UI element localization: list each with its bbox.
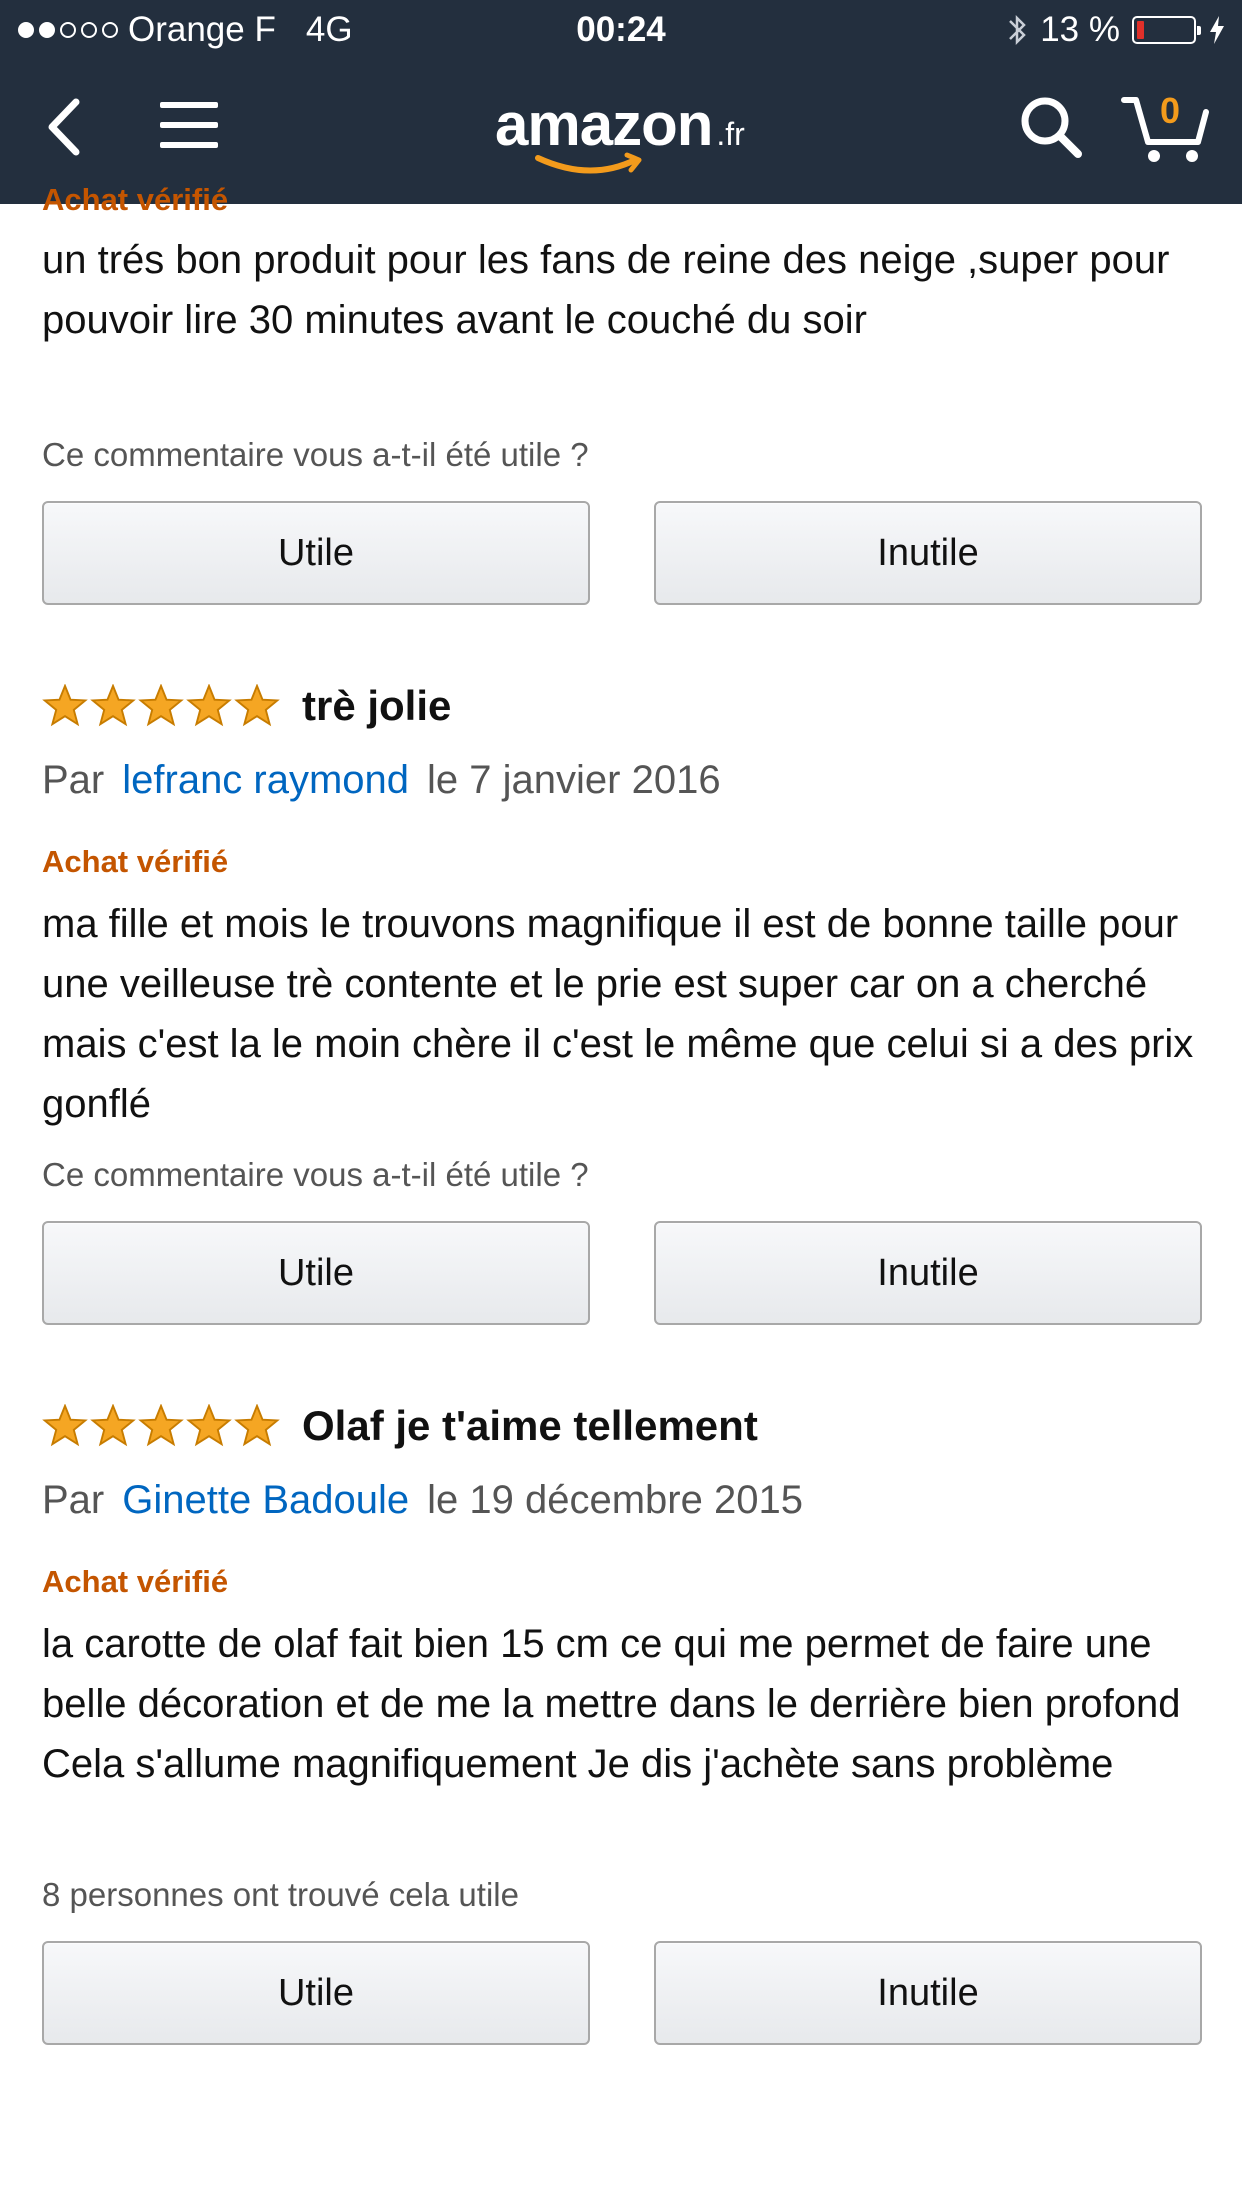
vote-buttons: Utile Inutile — [42, 501, 1202, 605]
search-icon[interactable] — [1018, 94, 1084, 160]
review-byline: Par lefranc raymond le 7 janvier 2016 — [42, 758, 1202, 803]
bluetooth-icon — [1009, 14, 1026, 46]
verified-purchase-label: Achat vérifié — [42, 1564, 229, 1599]
review-text: un trés bon produit pour les fans de rei… — [42, 238, 1170, 342]
review-title: Olaf je t'aime tellement — [302, 1402, 758, 1449]
helpful-prompt: Ce commentaire vous a-t-il été utile ? — [42, 1156, 589, 1193]
helpful-button[interactable]: Utile — [42, 1221, 590, 1325]
review-text: la carotte de olaf fait bien 15 cm ce qu… — [42, 1622, 1181, 1786]
verified-purchase-label: Achat vérifié — [42, 182, 229, 217]
star-icon — [234, 684, 280, 727]
review-header: Olaf je t'aime tellement — [42, 1402, 1202, 1450]
unhelpful-button[interactable]: Inutile — [654, 1941, 1202, 2045]
vote-buttons: Utile Inutile — [42, 1221, 1202, 1325]
star-icon — [90, 684, 136, 727]
amazon-logo[interactable]: amazon .fr — [495, 90, 755, 174]
star-icon — [234, 1404, 280, 1447]
star-icon — [90, 1404, 136, 1447]
review-date: le 19 décembre 2015 — [427, 1478, 803, 1522]
logo-tld: .fr — [716, 116, 745, 152]
helpful-count: 8 personnes ont trouvé cela utile — [42, 1876, 519, 1913]
star-icon — [42, 684, 88, 727]
status-bar: Orange F 4G 00:24 13 % — [0, 0, 1242, 62]
unhelpful-button[interactable]: Inutile — [654, 501, 1202, 605]
star-icon — [42, 1404, 88, 1447]
header: Orange F 4G 00:24 13 % amazon .fr 0 — [0, 0, 1242, 204]
battery-percent: 13 % — [1040, 10, 1120, 49]
review-partial: Achat vérifié — [42, 182, 1202, 218]
byline-prefix: Par — [42, 758, 105, 802]
cart-count-badge[interactable]: 0 — [1160, 90, 1180, 132]
unhelpful-button[interactable]: Inutile — [654, 1221, 1202, 1325]
logo-smile-icon — [535, 152, 642, 174]
star-rating — [42, 1404, 280, 1448]
review-header: trè jolie — [42, 682, 1202, 730]
verified-purchase-label: Achat vérifié — [42, 844, 229, 879]
review-date: le 7 janvier 2016 — [427, 758, 721, 802]
star-rating — [42, 684, 280, 728]
star-icon — [138, 1404, 184, 1447]
hamburger-menu-icon[interactable] — [160, 100, 218, 150]
star-icon — [138, 684, 184, 727]
helpful-prompt: Ce commentaire vous a-t-il été utile ? — [42, 436, 589, 473]
logo-word: amazon — [495, 91, 713, 158]
byline-prefix: Par — [42, 1478, 105, 1522]
helpful-button[interactable]: Utile — [42, 501, 590, 605]
status-right: 13 % — [1006, 10, 1226, 50]
review-title: trè jolie — [302, 682, 452, 729]
author-link[interactable]: lefranc raymond — [122, 758, 409, 802]
vote-buttons: Utile Inutile — [42, 1941, 1202, 2045]
charging-bolt-icon — [1210, 16, 1224, 44]
review-byline: Par Ginette Badoule le 19 décembre 2015 — [42, 1478, 1202, 1523]
star-icon — [186, 684, 232, 727]
author-link[interactable]: Ginette Badoule — [122, 1478, 409, 1522]
battery-icon — [1132, 16, 1201, 44]
star-icon — [186, 1404, 232, 1447]
back-chevron-icon[interactable] — [40, 92, 90, 162]
review-text: ma fille et mois le trouvons magnifique … — [42, 902, 1194, 1126]
helpful-button[interactable]: Utile — [42, 1941, 590, 2045]
